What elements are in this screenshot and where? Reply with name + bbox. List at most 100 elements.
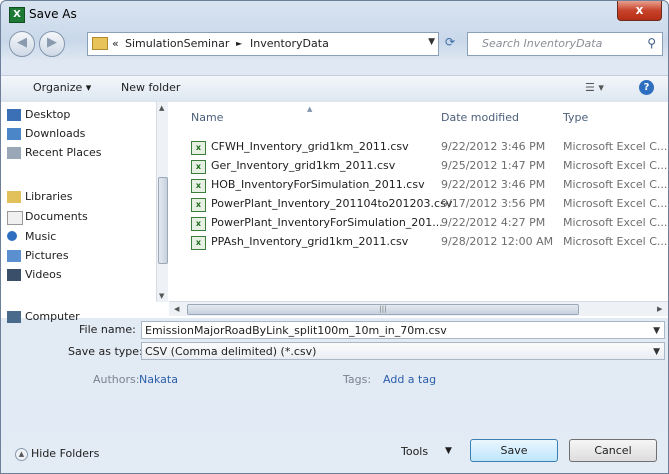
file-list: ▲ Name Date modified Type x CFWH_Invento…	[169, 102, 668, 300]
horizontal-scroll-thumb[interactable]: |||	[187, 304, 579, 315]
nav-item-pictures[interactable]: Pictures	[7, 247, 69, 265]
authors-label: Authors:	[93, 373, 140, 386]
breadcrumb-overflow[interactable]: «	[112, 37, 119, 50]
organize-button[interactable]: Organize ▾	[33, 81, 91, 94]
breadcrumb-inventorydata[interactable]: InventoryData	[250, 37, 329, 50]
file-name: PowerPlant_Inventory_201104to201203.csv	[211, 197, 453, 210]
csv-file-icon: x	[191, 236, 206, 250]
chevron-down-icon[interactable]: ▼	[653, 322, 660, 340]
scroll-right-icon[interactable]: ▶	[657, 305, 662, 313]
file-name-label: File name:	[79, 323, 136, 336]
save-type-label: Save as type:	[68, 345, 143, 358]
file-type: Microsoft Excel C...	[563, 159, 668, 172]
breadcrumb-simulationseminar[interactable]: SimulationSeminar	[125, 37, 229, 50]
file-row[interactable]: x HOB_InventoryForSimulation_2011.csv 9/…	[191, 176, 668, 194]
scroll-left-icon[interactable]: ◀	[174, 305, 179, 313]
file-type: Microsoft Excel C...	[563, 216, 668, 229]
new-folder-button[interactable]: New folder	[121, 81, 180, 94]
pictures-icon	[7, 250, 21, 262]
forward-button[interactable]: ▶	[39, 31, 65, 57]
file-date: 9/22/2012 3:46 PM	[441, 178, 546, 191]
save-button[interactable]: Save	[470, 439, 558, 462]
nav-item-recent-places[interactable]: Recent Places	[7, 144, 102, 162]
tools-button[interactable]: Tools	[401, 445, 428, 458]
videos-icon	[7, 269, 21, 281]
sort-ascending-icon: ▲	[307, 105, 313, 113]
window-title: Save As	[29, 7, 77, 21]
file-row[interactable]: x PowerPlant_InventoryForSimulation_201.…	[191, 214, 668, 232]
file-date: 9/22/2012 3:46 PM	[441, 140, 546, 153]
scroll-down-icon[interactable]: ▼	[159, 292, 164, 300]
tags-value[interactable]: Add a tag	[383, 373, 436, 386]
file-type: Microsoft Excel C...	[563, 178, 668, 191]
file-name-value: EmissionMajorRoadByLink_split100m_10m_in…	[145, 324, 447, 337]
file-row[interactable]: x PPAsh_Inventory_grid1km_2011.csv 9/28/…	[191, 233, 668, 251]
file-list-horizontal-scrollbar[interactable]: ◀ ||| ▶	[169, 301, 668, 316]
nav-item-videos[interactable]: Videos	[7, 266, 62, 284]
breadcrumb-separator[interactable]: ►	[236, 39, 242, 48]
file-name-field[interactable]: EmissionMajorRoadByLink_split100m_10m_in…	[141, 321, 665, 339]
file-date: 9/17/2012 3:56 PM	[441, 197, 546, 210]
desktop-icon	[7, 109, 21, 121]
documents-icon	[7, 211, 23, 225]
file-type: Microsoft Excel C...	[563, 235, 668, 248]
csv-file-icon: x	[191, 160, 206, 174]
file-date: 9/28/2012 12:00 AM	[441, 235, 554, 248]
music-icon	[7, 231, 17, 241]
title-bar: X Save As x	[1, 1, 668, 27]
nav-item-desktop[interactable]: Desktop	[7, 106, 70, 124]
file-date: 9/25/2012 1:47 PM	[441, 159, 546, 172]
libraries-icon	[7, 191, 21, 203]
csv-file-icon: x	[191, 198, 206, 212]
hide-folders-button[interactable]: Hide Folders	[31, 447, 99, 460]
csv-file-icon: x	[191, 217, 206, 231]
refresh-icon[interactable]: ⟳	[441, 35, 459, 53]
help-icon[interactable]: ?	[639, 80, 654, 95]
browser-area: Desktop Downloads Recent Places Librarie…	[1, 102, 668, 323]
nav-item-downloads[interactable]: Downloads	[7, 125, 85, 143]
file-type: Microsoft Excel C...	[563, 140, 668, 153]
dialog-footer: ▲ Hide Folders Tools ▼ Save Cancel	[1, 431, 668, 473]
file-name: CFWH_Inventory_grid1km_2011.csv	[211, 140, 409, 153]
address-bar[interactable]: « SimulationSeminar ► InventoryData ▼	[87, 32, 439, 56]
command-toolbar: Organize ▾ New folder ☰ ▾ ?	[1, 75, 668, 103]
nav-item-libraries[interactable]: Libraries	[7, 188, 73, 206]
collapse-icon[interactable]: ▲	[15, 448, 28, 461]
chevron-down-icon[interactable]: ▼	[428, 37, 435, 47]
search-input[interactable]: Search InventoryData	[482, 37, 602, 50]
downloads-icon	[7, 128, 21, 140]
column-header-name[interactable]: Name	[191, 111, 223, 124]
search-icon[interactable]: ⚲	[647, 36, 656, 50]
save-as-dialog: X Save As x ◀ ▶ « SimulationSeminar ► In…	[0, 0, 669, 474]
column-header-type[interactable]: Type	[563, 111, 588, 124]
column-header-date[interactable]: Date modified	[441, 111, 519, 124]
close-button[interactable]: x	[617, 1, 662, 21]
nav-item-documents[interactable]: Documents	[7, 208, 88, 226]
file-name: HOB_InventoryForSimulation_2011.csv	[211, 178, 425, 191]
file-name: Ger_Inventory_grid1km_2011.csv	[211, 159, 396, 172]
search-box[interactable]: Search InventoryData ⚲	[467, 32, 663, 56]
save-form: File name: EmissionMajorRoadByLink_split…	[1, 319, 668, 419]
file-row[interactable]: x CFWH_Inventory_grid1km_2011.csv 9/22/2…	[191, 138, 668, 156]
back-button[interactable]: ◀	[9, 31, 35, 57]
nav-item-music[interactable]: Music	[7, 228, 56, 246]
cancel-button[interactable]: Cancel	[569, 439, 657, 462]
file-row[interactable]: x Ger_Inventory_grid1km_2011.csv 9/25/20…	[191, 157, 668, 175]
navigation-bar: ◀ ▶ « SimulationSeminar ► InventoryData …	[1, 29, 668, 59]
authors-value[interactable]: Nakata	[139, 373, 178, 386]
view-options-button[interactable]: ☰ ▾	[585, 81, 604, 94]
file-type: Microsoft Excel C...	[563, 197, 668, 210]
save-type-select[interactable]: CSV (Comma delimited) (*.csv) ▼	[141, 342, 665, 360]
chevron-down-icon[interactable]: ▼	[653, 343, 660, 361]
folder-icon	[92, 37, 108, 50]
excel-app-icon: X	[9, 7, 25, 23]
save-type-value: CSV (Comma delimited) (*.csv)	[145, 345, 317, 358]
chevron-down-icon[interactable]: ▼	[445, 446, 452, 456]
file-name: PowerPlant_InventoryForSimulation_201...	[211, 216, 443, 229]
file-row[interactable]: x PowerPlant_Inventory_201104to201203.cs…	[191, 195, 668, 213]
scroll-up-icon[interactable]: ▲	[159, 104, 164, 112]
file-name: PPAsh_Inventory_grid1km_2011.csv	[211, 235, 409, 248]
tags-label: Tags:	[343, 373, 372, 386]
nav-scroll-thumb[interactable]	[158, 177, 168, 264]
csv-file-icon: x	[191, 179, 206, 193]
